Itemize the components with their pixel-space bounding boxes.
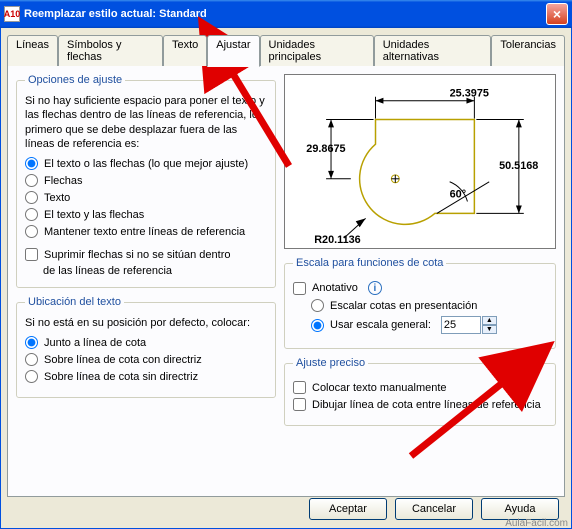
svg-text:50.5168: 50.5168 <box>499 160 538 172</box>
tab-ajustar[interactable]: Ajustar <box>207 35 259 67</box>
radio-texto[interactable]: Texto <box>25 191 267 204</box>
radio-escala-general[interactable]: Usar escala general: ▲ ▼ <box>311 316 547 334</box>
radio-junto-linea[interactable]: Junto a línea de cota <box>25 336 267 349</box>
tab-unidades-principales[interactable]: Unidades principales <box>260 35 374 66</box>
fieldset-ajuste-preciso: Ajuste preciso Colocar texto manualmente… <box>284 357 556 426</box>
spin-down[interactable]: ▼ <box>482 325 497 334</box>
info-icon[interactable]: i <box>368 281 382 295</box>
app-icon: A10 <box>4 6 20 22</box>
opciones-desc: Si no hay suficiente espacio para poner … <box>25 94 267 151</box>
svg-text:29.8675: 29.8675 <box>306 143 345 155</box>
tab-texto[interactable]: Texto <box>163 35 207 66</box>
dialog-buttons: Aceptar Cancelar Ayuda <box>309 498 559 520</box>
svg-text:25.3975: 25.3975 <box>450 88 489 100</box>
client-area: Líneas Símbolos y flechas Texto Ajustar … <box>0 28 572 529</box>
window-title: Reemplazar estilo actual: Standard <box>24 8 546 20</box>
legend-escala: Escala para funciones de cota <box>293 257 446 269</box>
radio-flechas[interactable]: Flechas <box>25 174 267 187</box>
radio-sobre-con-directriz[interactable]: Sobre línea de cota con directriz <box>25 353 267 366</box>
legend-ubicacion: Ubicación del texto <box>25 296 124 308</box>
radio-texto-o-flechas[interactable]: El texto o las flechas (lo que mejor aju… <box>25 157 267 170</box>
check-anotativo[interactable]: Anotativoi <box>293 281 547 295</box>
ok-button[interactable]: Aceptar <box>309 498 387 520</box>
legend-ajuste-preciso: Ajuste preciso <box>293 357 368 369</box>
fieldset-opciones: Opciones de ajuste Si no hay suficiente … <box>16 74 276 288</box>
radio-mantener-texto[interactable]: Mantener texto entre líneas de referenci… <box>25 225 267 238</box>
spin-up[interactable]: ▲ <box>482 316 497 325</box>
svg-text:60°: 60° <box>450 189 466 201</box>
legend-opciones: Opciones de ajuste <box>25 74 125 86</box>
check-suprimir-flechas[interactable]: Suprimir flechas si no se sitúan dentro <box>25 248 267 261</box>
tab-lineas[interactable]: Líneas <box>7 35 58 66</box>
cancel-button[interactable]: Cancelar <box>395 498 473 520</box>
fieldset-escala: Escala para funciones de cota Anotativoi… <box>284 257 556 349</box>
check-suprimir-flechas-line2: de las líneas de referencia <box>43 265 267 277</box>
fieldset-ubicacion: Ubicación del texto Si no está en su pos… <box>16 296 276 398</box>
tab-unidades-alternativas[interactable]: Unidades alternativas <box>374 35 492 66</box>
watermark: AulaFacil.com <box>505 518 568 529</box>
dimension-preview: 25.3975 29.8675 50.5 <box>284 74 556 249</box>
help-button[interactable]: Ayuda <box>481 498 559 520</box>
titlebar: A10 Reemplazar estilo actual: Standard × <box>0 0 572 28</box>
tab-content: Opciones de ajuste Si no hay suficiente … <box>7 65 565 497</box>
check-dibujar-linea[interactable]: Dibujar línea de cota entre líneas de re… <box>293 398 547 411</box>
ubicacion-desc: Si no está en su posición por defecto, c… <box>25 316 267 330</box>
close-button[interactable]: × <box>546 3 568 25</box>
check-colocar-manual[interactable]: Colocar texto manualmente <box>293 381 547 394</box>
tab-simbolos[interactable]: Símbolos y flechas <box>58 35 163 66</box>
escala-general-input[interactable] <box>441 316 481 334</box>
tab-tolerancias[interactable]: Tolerancias <box>491 35 565 66</box>
tabstrip: Líneas Símbolos y flechas Texto Ajustar … <box>7 35 565 66</box>
svg-text:R20.1136: R20.1136 <box>314 234 361 246</box>
radio-sobre-sin-directriz[interactable]: Sobre línea de cota sin directriz <box>25 370 267 383</box>
radio-texto-y-flechas[interactable]: El texto y las flechas <box>25 208 267 221</box>
radio-escalar-presentacion[interactable]: Escalar cotas en presentación <box>311 299 547 312</box>
